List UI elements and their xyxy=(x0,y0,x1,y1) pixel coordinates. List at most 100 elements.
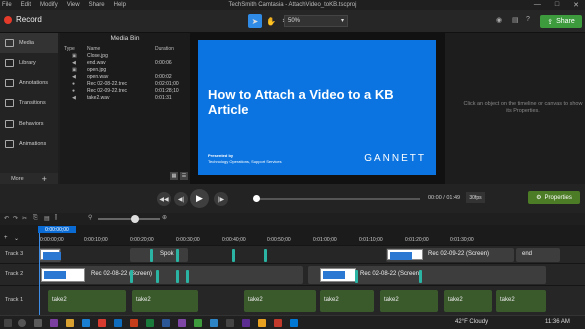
audio-clip[interactable]: end xyxy=(516,248,560,262)
play-button[interactable]: ▶ xyxy=(190,189,209,208)
minimize-button[interactable]: — xyxy=(534,1,541,9)
timeline-zoom-handle[interactable] xyxy=(131,215,139,223)
sidebar-item-media[interactable]: Media xyxy=(0,33,58,53)
app-icon[interactable] xyxy=(290,319,298,327)
powerpoint-icon[interactable] xyxy=(130,319,138,327)
properties-button[interactable]: ⚙ Properties xyxy=(528,191,580,204)
scrubber-track[interactable] xyxy=(255,198,420,200)
preview-canvas[interactable]: How to Attach a Video to a KB Article Pr… xyxy=(198,40,436,175)
sidebar-item-animations[interactable]: Animations xyxy=(0,134,58,154)
maximize-button[interactable]: □ xyxy=(555,1,559,9)
app-icon[interactable] xyxy=(226,319,234,327)
clip[interactable]: Spok xyxy=(130,248,188,262)
screen-recording-clip[interactable]: Rec 02-08-22 (Screen) xyxy=(308,266,546,284)
audio-clip[interactable]: take2 xyxy=(380,290,438,312)
teams-icon[interactable] xyxy=(50,319,58,327)
list-item[interactable]: ▣ open.jpg xyxy=(60,67,190,74)
column-header-duration[interactable]: Duration xyxy=(155,46,174,52)
audio-clip[interactable]: take2 xyxy=(132,290,198,312)
timeline-ruler[interactable]: + ⌄ 0:00:00;00 0:00:00;00 0:00:10;00 0:0… xyxy=(0,225,585,245)
scrubber-handle[interactable] xyxy=(253,195,260,202)
split-icon[interactable]: ⫿ xyxy=(55,215,57,222)
gift-icon[interactable]: ▤ xyxy=(512,16,519,24)
search-icon[interactable] xyxy=(18,319,26,327)
previous-frame-icon[interactable]: ◀| xyxy=(174,192,188,206)
record-button[interactable]: Record xyxy=(4,15,42,24)
add-tool-button[interactable]: + xyxy=(42,174,47,184)
chrome-icon[interactable] xyxy=(98,319,106,327)
sidebar-item-annotations[interactable]: Annotations xyxy=(0,73,58,93)
clip-marker[interactable] xyxy=(264,249,267,262)
excel-icon[interactable] xyxy=(146,319,154,327)
clip-marker[interactable] xyxy=(419,270,422,283)
collapse-tracks-icon[interactable]: ⌄ xyxy=(14,235,19,242)
clip-marker[interactable] xyxy=(176,270,179,283)
screen-recording-clip[interactable]: Rec 02-09-22 (Screen) xyxy=(386,248,514,262)
edge-icon[interactable] xyxy=(82,319,90,327)
list-item[interactable]: ◀ open.wav 0:00:02 xyxy=(60,74,190,81)
file-explorer-icon[interactable] xyxy=(66,319,74,327)
cut-icon[interactable]: ✂ xyxy=(22,215,27,222)
zoom-select[interactable]: 50% ▾ xyxy=(284,15,348,27)
sidebar-item-library[interactable]: Library xyxy=(0,53,58,73)
zoom-out-icon[interactable]: ⚲ xyxy=(88,214,92,221)
fps-badge[interactable]: 30fps xyxy=(466,192,485,203)
paste-icon[interactable]: ▤ xyxy=(44,215,50,222)
audio-clip[interactable]: take2 xyxy=(48,290,126,312)
audio-clip[interactable]: take2 xyxy=(496,290,546,312)
windows-start-icon[interactable] xyxy=(4,319,12,327)
clip-marker[interactable] xyxy=(150,249,153,262)
user-icon[interactable]: ◉ xyxy=(496,16,502,24)
timeline-zoom-slider[interactable] xyxy=(98,218,160,220)
audio-clip[interactable]: take2 xyxy=(444,290,492,312)
clip-marker[interactable] xyxy=(156,270,159,283)
list-item[interactable]: ◀ take2.wav 0:01:31 xyxy=(60,95,190,102)
next-frame-icon[interactable]: |▶ xyxy=(214,192,228,206)
outlook-icon[interactable] xyxy=(114,319,122,327)
task-view-icon[interactable] xyxy=(34,319,42,327)
sidebar-item-behaviors[interactable]: Behaviors xyxy=(0,114,58,134)
app-icon[interactable] xyxy=(274,319,282,327)
weather-widget[interactable]: 42°F Cloudy xyxy=(455,319,488,325)
help-icon[interactable]: ? xyxy=(526,16,530,23)
clip-marker[interactable] xyxy=(130,270,133,283)
clip-marker[interactable] xyxy=(186,270,189,283)
share-button[interactable]: ⇪ Share xyxy=(540,15,582,28)
add-track-icon[interactable]: + xyxy=(4,235,8,241)
redo-icon[interactable]: ↷ xyxy=(13,215,18,222)
audio-clip[interactable]: take2 xyxy=(244,290,316,312)
playhead-line[interactable] xyxy=(39,233,40,320)
copy-icon[interactable]: ⎘ xyxy=(33,215,38,222)
list-item[interactable]: ● Rec 02-08-22.trec 0:02:01;00 xyxy=(60,81,190,88)
app-icon[interactable] xyxy=(242,319,250,327)
grid-view-icon[interactable]: ▦ xyxy=(170,172,178,180)
clip-marker[interactable] xyxy=(355,270,358,283)
playhead-time[interactable]: 0:00:00;00 xyxy=(38,226,76,233)
audio-clip[interactable]: take2 xyxy=(320,290,374,312)
zoom-in-icon[interactable]: ⊕ xyxy=(162,214,167,221)
list-item[interactable]: ▣ Close.jpg xyxy=(60,53,190,60)
close-button[interactable]: ✕ xyxy=(573,1,579,9)
app-icon[interactable] xyxy=(210,319,218,327)
onenote-icon[interactable] xyxy=(178,319,186,327)
column-header-name[interactable]: Name xyxy=(87,46,100,52)
clip-marker[interactable] xyxy=(176,249,179,262)
pointer-tool-icon[interactable]: ➤ xyxy=(248,14,262,28)
more-button[interactable]: More xyxy=(11,176,24,182)
pan-tool-icon[interactable]: ✋ xyxy=(264,14,278,28)
clock[interactable]: 11:36 AM xyxy=(545,319,570,325)
undo-icon[interactable]: ↶ xyxy=(4,215,9,222)
app-icon[interactable] xyxy=(258,319,266,327)
list-item[interactable]: ◀ end.wav 0:00:06 xyxy=(60,60,190,67)
step-back-icon[interactable]: ◀◀ xyxy=(157,192,171,206)
file-duration: 0:00:02 xyxy=(155,74,172,80)
clip-marker[interactable] xyxy=(232,249,235,262)
image-clip[interactable] xyxy=(39,248,61,262)
sidebar-item-transitions[interactable]: Transitions xyxy=(0,93,58,113)
camtasia-icon[interactable] xyxy=(194,319,202,327)
list-view-icon[interactable]: ☰ xyxy=(180,172,188,180)
list-item[interactable]: ● Rec 02-09-22.trec 0:01:28;10 xyxy=(60,88,190,95)
column-header-type[interactable]: Type xyxy=(64,46,75,52)
word-icon[interactable] xyxy=(162,319,170,327)
screen-recording-clip[interactable]: Rec 02-08-22 (Screen) xyxy=(39,266,303,284)
